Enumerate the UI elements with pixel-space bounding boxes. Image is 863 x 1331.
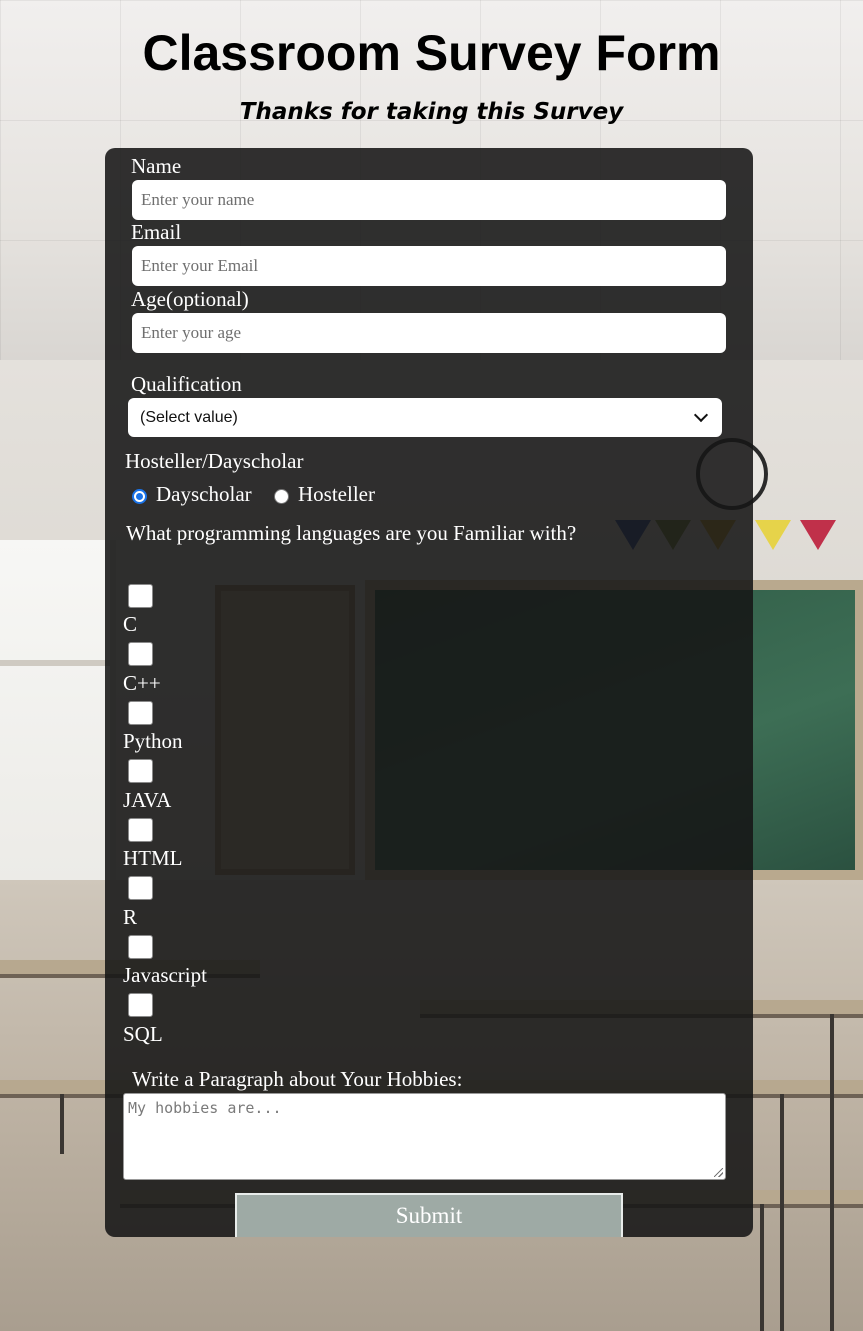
chevron-down-icon — [693, 407, 709, 423]
checkbox-python[interactable] — [128, 701, 153, 725]
residence-label: Hosteller/Dayscholar — [125, 449, 304, 473]
checkbox-html-label: HTML — [123, 846, 183, 870]
hobbies-textarea[interactable]: My hobbies are... — [123, 1093, 726, 1180]
checkbox-cpp-label: C++ — [123, 671, 161, 695]
name-label: Name — [131, 154, 182, 178]
checkbox-sql-label: SQL — [123, 1022, 163, 1046]
languages-question: What programming languages are you Famil… — [126, 521, 577, 545]
dayscholar-radio[interactable] — [132, 489, 147, 504]
checkbox-java[interactable] — [128, 759, 153, 783]
page-title: Classroom Survey Form — [142, 25, 721, 81]
hosteller-radio[interactable] — [274, 489, 289, 504]
checkbox-c[interactable] — [128, 584, 153, 608]
hobbies-label: Write a Paragraph about Your Hobbies: — [132, 1067, 463, 1091]
age-label: Age(optional) — [131, 287, 249, 311]
age-input[interactable] — [132, 313, 726, 353]
checkbox-r[interactable] — [128, 876, 153, 900]
checkbox-javascript[interactable] — [128, 935, 153, 959]
checkbox-r-label: R — [123, 905, 138, 929]
name-input[interactable] — [132, 180, 726, 220]
checkbox-c-label: C — [123, 612, 138, 636]
qualification-select[interactable]: (Select value) — [128, 398, 722, 437]
hosteller-label: Hosteller — [298, 482, 375, 506]
page-subtitle: Thanks for taking this Survey — [239, 99, 624, 125]
email-label: Email — [131, 220, 182, 244]
qualification-label: Qualification — [131, 372, 242, 396]
email-input[interactable] — [132, 246, 726, 286]
checkbox-cpp[interactable] — [128, 642, 153, 666]
dayscholar-label: Dayscholar — [156, 482, 252, 506]
hobbies-placeholder: My hobbies are... — [128, 1099, 282, 1117]
checkbox-python-label: Python — [123, 729, 183, 753]
resize-handle-icon[interactable] — [714, 1168, 723, 1177]
qualification-selected-value: (Select value) — [140, 408, 238, 426]
checkbox-html[interactable] — [128, 818, 153, 842]
submit-button[interactable]: Submit — [235, 1193, 623, 1237]
checkbox-java-label: JAVA — [123, 788, 172, 812]
checkbox-sql[interactable] — [128, 993, 153, 1017]
checkbox-javascript-label: Javascript — [123, 963, 207, 987]
survey-form: Name Email Age(optional) Qualification (… — [105, 148, 753, 1237]
